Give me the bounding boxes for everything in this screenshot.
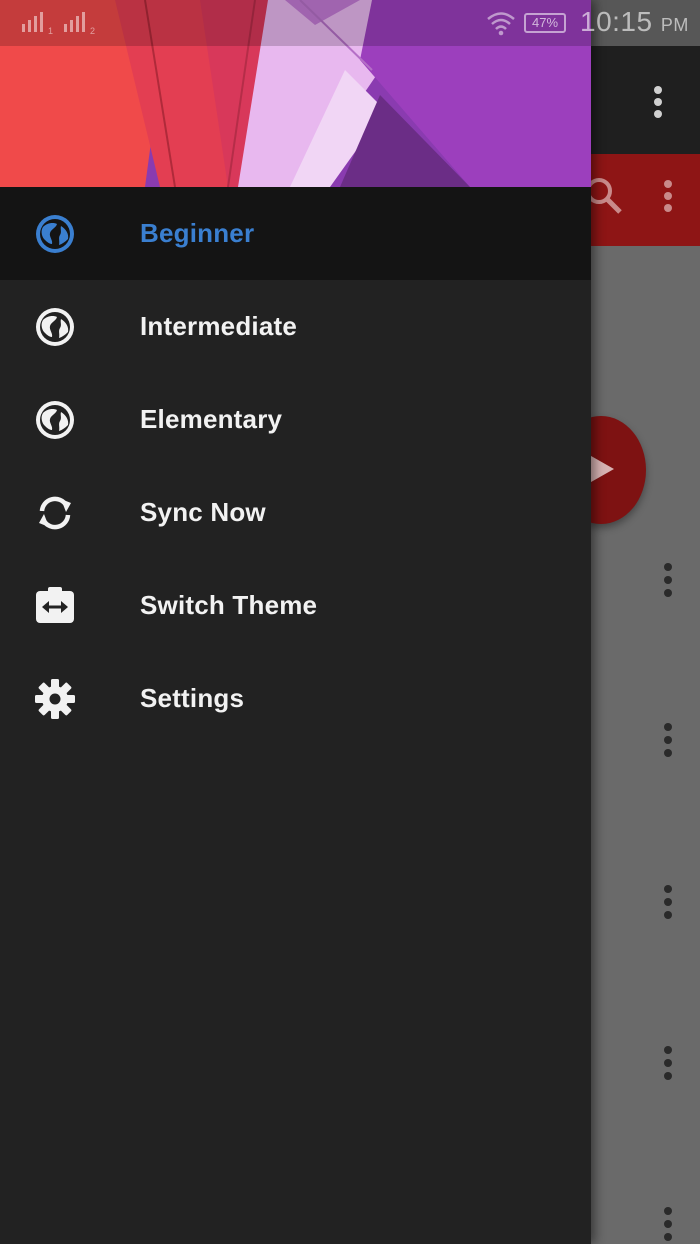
row-more-icon[interactable] <box>656 560 680 600</box>
sim2-label: 2 <box>90 26 95 36</box>
drawer-item-switch-theme[interactable]: Switch Theme <box>0 559 591 652</box>
signal-sim1-icon: 1 <box>22 12 53 36</box>
clock-time: 10:15 <box>580 6 653 37</box>
navigation-drawer: Beginner Intermediate Elementary Sync No… <box>0 0 591 1244</box>
gear-icon <box>35 679 75 719</box>
drawer-menu: Beginner Intermediate Elementary Sync No… <box>0 187 591 745</box>
drawer-item-sync-now[interactable]: Sync Now <box>0 466 591 559</box>
row-more-icon[interactable] <box>656 1204 680 1244</box>
row-more-icon[interactable] <box>656 882 680 922</box>
search-bar-more-icon[interactable] <box>656 176 680 216</box>
drawer-item-intermediate[interactable]: Intermediate <box>0 280 591 373</box>
drawer-item-label: Settings <box>140 683 245 713</box>
status-bar: 1 2 47% 10:15 PM <box>0 0 700 46</box>
signal-sim2-icon: 2 <box>64 12 95 36</box>
globe-icon <box>36 401 74 439</box>
drawer-item-elementary[interactable]: Elementary <box>0 373 591 466</box>
drawer-item-label: Elementary <box>140 404 283 434</box>
clock: 10:15 PM <box>580 6 689 38</box>
sync-icon <box>39 496 71 530</box>
globe-icon <box>36 308 74 346</box>
drawer-item-settings[interactable]: Settings <box>0 652 591 745</box>
battery-indicator: 47% <box>524 13 566 33</box>
wifi-icon <box>487 12 515 36</box>
sim1-label: 1 <box>48 26 53 36</box>
clock-ampm: PM <box>660 15 689 35</box>
drawer-item-label: Sync Now <box>140 497 266 527</box>
drawer-item-label: Beginner <box>140 218 255 248</box>
switch-theme-icon <box>36 587 74 623</box>
drawer-item-label: Intermediate <box>140 311 298 341</box>
overflow-menu-icon[interactable] <box>646 82 670 122</box>
drawer-item-beginner[interactable]: Beginner <box>0 187 591 280</box>
drawer-item-label: Switch Theme <box>140 590 318 620</box>
row-more-icon[interactable] <box>656 1043 680 1083</box>
globe-icon <box>36 215 74 253</box>
row-more-icon[interactable] <box>656 720 680 760</box>
